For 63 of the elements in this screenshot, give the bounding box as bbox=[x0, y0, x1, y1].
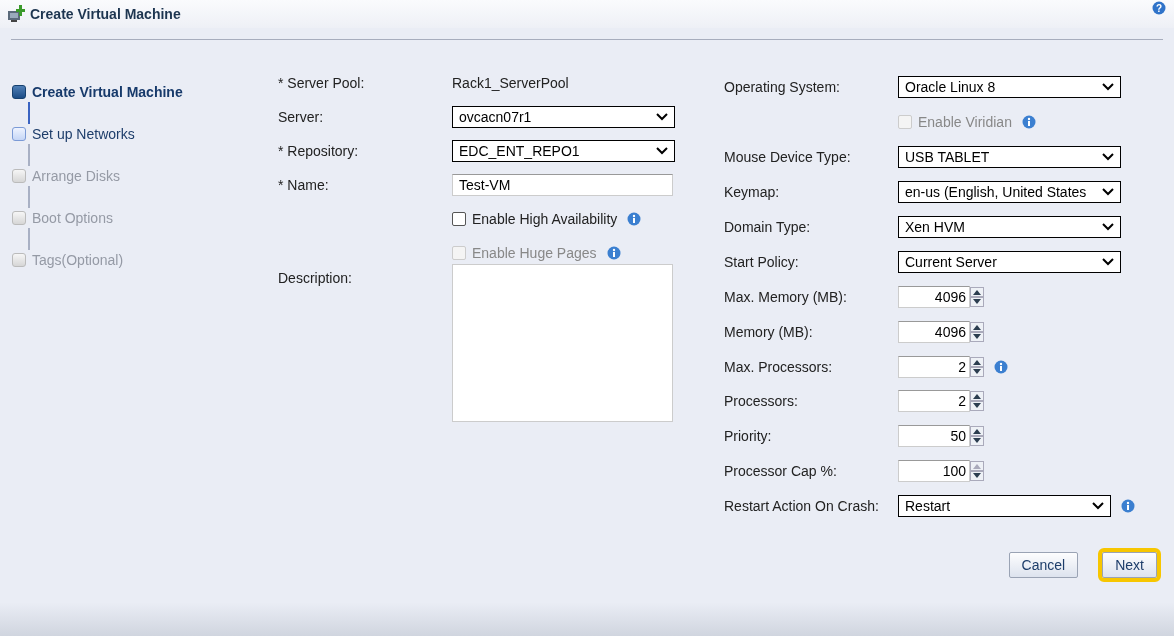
wizard-step[interactable]: Create Virtual Machine bbox=[32, 84, 183, 100]
field-label: Processor Cap %: bbox=[724, 463, 838, 480]
number-field[interactable]: 4096 bbox=[898, 285, 970, 308]
dropdown[interactable]: en-us (English, United States bbox=[898, 181, 1121, 204]
dropdown[interactable]: Current Server bbox=[898, 250, 1121, 273]
caret-icon bbox=[656, 113, 668, 121]
spinner-arrows-icon[interactable] bbox=[970, 426, 984, 447]
field-label: Processors: bbox=[724, 393, 799, 410]
number-field[interactable]: 2 bbox=[898, 355, 970, 378]
field-label: Domain Type: bbox=[724, 219, 812, 235]
dropdown[interactable]: Oracle Linux 8 bbox=[898, 76, 1121, 99]
info-icon[interactable] bbox=[627, 212, 642, 226]
field-label: * Server Pool: bbox=[278, 75, 366, 91]
caret-icon bbox=[1102, 257, 1114, 266]
name-field[interactable]: Test-VM bbox=[452, 174, 673, 196]
spinner-arrows-icon[interactable] bbox=[970, 356, 984, 377]
field-label: Start Policy: bbox=[724, 253, 800, 270]
checkbox-label: Enable Viridian bbox=[918, 114, 1012, 131]
field-label: Mouse Device Type: bbox=[724, 149, 852, 166]
computer-add-icon bbox=[7, 5, 25, 23]
number-field[interactable]: 100 bbox=[898, 460, 970, 483]
spinner-arrows-icon[interactable] bbox=[970, 391, 984, 412]
checkbox-label: Enable Huge Pages bbox=[472, 245, 597, 261]
wizard-button[interactable]: Cancel bbox=[1008, 552, 1079, 578]
wizard-step[interactable]: Set up Networks bbox=[32, 126, 135, 142]
number-field[interactable]: 50 bbox=[898, 425, 970, 448]
caret-icon bbox=[1092, 502, 1104, 511]
info-icon[interactable] bbox=[994, 359, 1008, 374]
field-label: Max. Processors: bbox=[724, 358, 834, 375]
field-label: Operating System: bbox=[724, 79, 841, 96]
spinner-arrows-icon[interactable] bbox=[970, 286, 984, 307]
field-label: Restart Action On Crash: bbox=[724, 498, 880, 515]
checkbox-label: Enable High Availability bbox=[472, 211, 618, 227]
help-icon[interactable]: ? bbox=[1152, 1, 1166, 15]
field-label: Server: bbox=[278, 109, 325, 125]
description-field[interactable] bbox=[452, 264, 673, 422]
wizard-step: Tags(Optional) bbox=[32, 252, 124, 268]
number-field[interactable]: 2 bbox=[898, 390, 970, 413]
caret-icon bbox=[1102, 83, 1114, 92]
caret-icon bbox=[1102, 153, 1114, 162]
field-label: Priority: bbox=[724, 428, 773, 445]
window-title: Create Virtual Machine bbox=[30, 6, 181, 22]
wizard-step: Arrange Disks bbox=[32, 168, 120, 184]
caret-icon bbox=[1102, 188, 1114, 197]
dropdown[interactable]: USB TABLET bbox=[898, 146, 1121, 169]
field-label: * Name: bbox=[278, 177, 330, 193]
dropdown[interactable]: Xen HVM bbox=[898, 216, 1121, 238]
field-label: * Repository: bbox=[278, 143, 360, 159]
field-label: Keymap: bbox=[724, 184, 781, 201]
field-value: Rack1_ServerPool bbox=[452, 75, 569, 91]
field-label: Max. Memory (MB): bbox=[724, 288, 848, 305]
wizard-step: Boot Options bbox=[32, 210, 113, 226]
field-label: Memory (MB): bbox=[724, 323, 814, 340]
dropdown[interactable]: EDC_ENT_REPO1 bbox=[452, 140, 675, 162]
spinner-arrows-icon[interactable] bbox=[970, 321, 984, 342]
caret-icon bbox=[1102, 223, 1114, 231]
dropdown[interactable]: Restart bbox=[898, 495, 1111, 518]
dropdown[interactable]: ovcacn07r1 bbox=[452, 106, 675, 128]
caret-icon bbox=[656, 147, 668, 155]
field-label: Description: bbox=[278, 270, 353, 286]
info-icon[interactable] bbox=[1121, 499, 1135, 514]
number-field[interactable]: 4096 bbox=[898, 320, 970, 343]
checkbox[interactable] bbox=[452, 212, 466, 226]
